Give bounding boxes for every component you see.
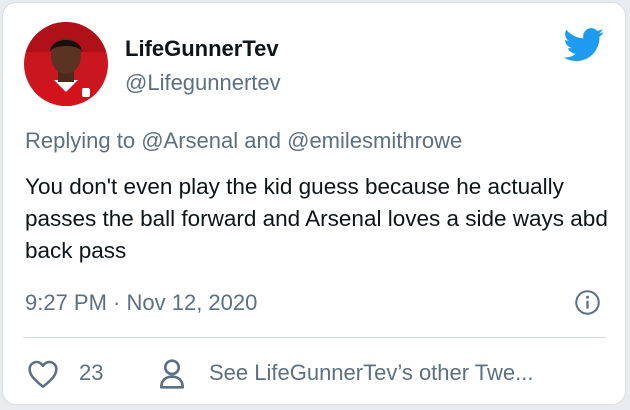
- person-icon[interactable]: [158, 358, 186, 390]
- info-icon[interactable]: [574, 289, 601, 316]
- replying-to: Replying to @Arsenal and @emilesmithrowe: [25, 128, 615, 154]
- author-handle[interactable]: @Lifegunnertev: [125, 70, 281, 96]
- divider: [23, 337, 606, 338]
- replying-and: and: [244, 128, 281, 153]
- avatar-image: [24, 22, 108, 106]
- tweet-text: You don't even play the kid guess becaus…: [25, 174, 608, 263]
- mention-emilesmithrowe-link[interactable]: @emilesmithrowe: [287, 128, 462, 153]
- tweet-timestamp[interactable]: 9:27 PM · Nov 12, 2020: [25, 290, 257, 316]
- replying-prefix: Replying to: [25, 128, 136, 153]
- author-name[interactable]: LifeGunnerTev: [125, 36, 279, 62]
- tweet-card: LifeGunnerTev @Lifegunnertev Replying to…: [2, 2, 626, 405]
- avatar[interactable]: [24, 22, 108, 106]
- like-count[interactable]: 23: [79, 360, 103, 386]
- heart-icon[interactable]: [27, 359, 59, 389]
- mention-arsenal-link[interactable]: @Arsenal: [141, 128, 238, 153]
- twitter-bird-icon[interactable]: [563, 28, 605, 62]
- see-other-tweets-link[interactable]: See LifeGunnerTev’s other Twe...: [209, 360, 534, 386]
